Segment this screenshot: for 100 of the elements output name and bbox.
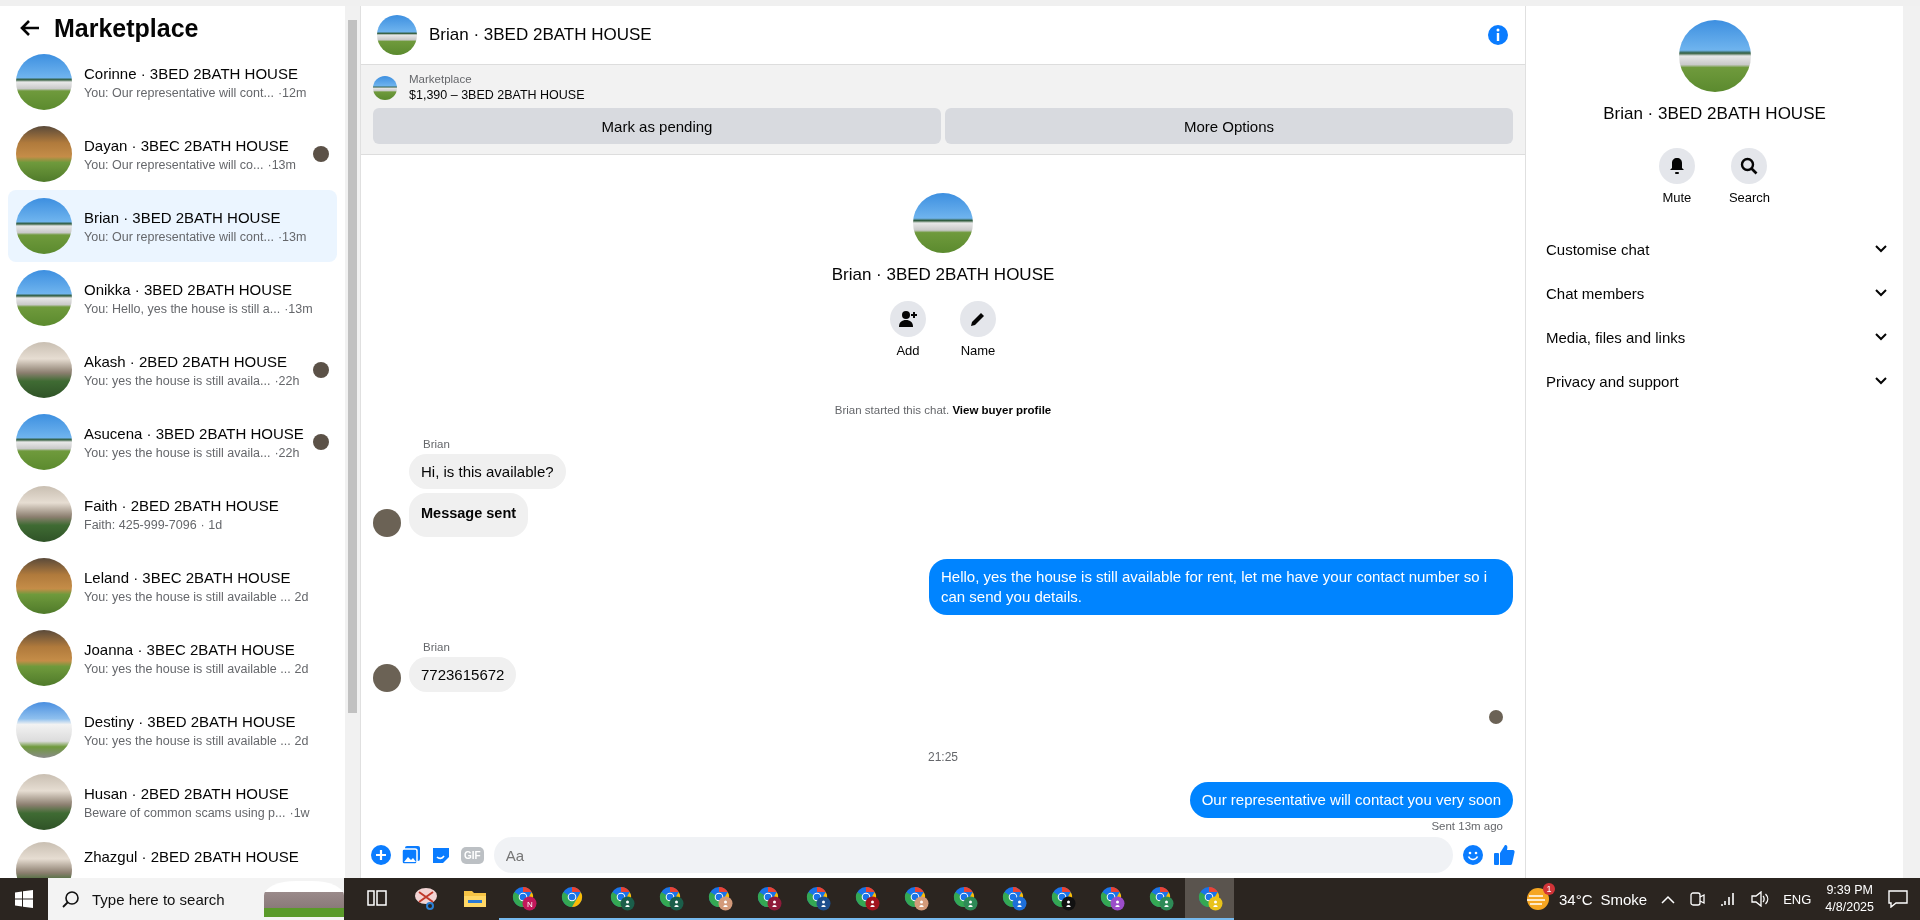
conversation-item[interactable]: Corinne · 3BED 2BATH HOUSE You: Our representative will cont... ·12m xyxy=(8,46,337,118)
section-header[interactable]: Privacy and support xyxy=(1542,359,1887,403)
section-header[interactable]: Chat members xyxy=(1542,271,1887,315)
house-photo xyxy=(16,558,72,614)
conversation-title: Zhazgul · 2BED 2BATH HOUSE xyxy=(84,848,300,865)
message-preview: You: yes the house is still available ... xyxy=(84,661,291,676)
house-photo xyxy=(16,702,72,758)
chevron-down-icon xyxy=(1875,289,1887,297)
clock-date: 4/8/2025 xyxy=(1825,899,1874,916)
conversation-item[interactable]: Husan · 2BED 2BATH HOUSE Beware of common scams using p... ·1w xyxy=(8,766,337,838)
conversation-item[interactable]: Joanna · 3BEC 2BATH HOUSE You: yes the house is still available ... 2d xyxy=(8,622,337,694)
notifications-icon[interactable] xyxy=(1888,890,1908,908)
conversation-item[interactable]: Faith · 2BED 2BATH HOUSE Faith: 425-999-7096 · 1d xyxy=(8,478,337,550)
action-label: Add xyxy=(896,343,920,359)
conversation-item[interactable]: Destiny · 3BED 2BATH HOUSE You: yes the house is still available ... 2d xyxy=(8,694,337,766)
language-indicator[interactable]: ENG xyxy=(1783,891,1812,907)
conversation-item[interactable]: Akash · 2BED 2BATH HOUSE You: yes the house is still availa... ·22h xyxy=(8,334,337,406)
message-preview: Beware of common scams using p... xyxy=(84,805,286,820)
message-preview: You: Hello, yes the house is still a... xyxy=(84,301,281,316)
scrollbar[interactable] xyxy=(345,6,361,878)
message-time: 2d xyxy=(294,661,309,676)
action-label: Mute xyxy=(1662,190,1692,205)
conversation-item[interactable]: Leland · 3BEC 2BATH HOUSE You: yes the house is still available ... 2d xyxy=(8,550,337,622)
message-time: ·13m xyxy=(267,157,296,172)
search-placeholder: Type here to search xyxy=(92,890,225,908)
message-preview: You: Our representative will cont... xyxy=(84,85,274,100)
conversation-item[interactable]: Dayan · 3BEC 2BATH HOUSE You: Our representative will co... ·13m xyxy=(8,118,337,190)
conversation-title: Destiny · 3BED 2BATH HOUSE xyxy=(84,712,297,730)
message-preview: You: yes the house is still available ... xyxy=(84,733,291,748)
chevron-up-icon[interactable] xyxy=(1661,894,1676,904)
conversation-item[interactable]: Onikka · 3BED 2BATH HOUSE You: Hello, yes the house is still a... ·13m xyxy=(8,262,337,334)
section-header[interactable]: Media, files and links xyxy=(1542,315,1887,359)
weather-condition: Smoke xyxy=(1600,890,1648,908)
listing-action-button[interactable]: Mark as pending xyxy=(373,108,941,145)
taskbar-app[interactable]: N xyxy=(499,878,548,920)
timestamp: 21:25 xyxy=(928,750,958,765)
conversation-title: Leland · 3BEC 2BATH HOUSE xyxy=(84,568,292,586)
conversation-item[interactable]: Asucena · 3BED 2BATH HOUSE You: yes the house is still availa... ·22h xyxy=(8,406,337,478)
listing-label: Marketplace xyxy=(409,73,473,86)
folder-icon xyxy=(462,888,487,908)
contact-name: Brian · 3BED 2BATH HOUSE xyxy=(1603,104,1826,124)
conversation-title: Brian · 3BED 2BATH HOUSE xyxy=(84,208,282,226)
contact-name: Brian · 3BED 2BATH HOUSE xyxy=(831,265,1055,286)
message-time: · 1d xyxy=(200,517,223,532)
house-photo xyxy=(16,54,72,110)
house-photo xyxy=(16,486,72,542)
message-bubble: 7723615672 xyxy=(409,657,517,693)
scissors-icon xyxy=(412,886,439,910)
search-icon xyxy=(62,890,80,908)
house-photo xyxy=(16,630,72,686)
name-button[interactable] xyxy=(960,301,996,338)
mute-button[interactable] xyxy=(1658,148,1695,184)
task-view-icon xyxy=(366,889,387,907)
message-time: ·22h xyxy=(274,373,300,388)
message-bubble: Hello, yes the house is still available for rent, let me have your contact number so i can send you details. xyxy=(929,559,1513,616)
message-time: ·12m xyxy=(277,85,307,100)
taskbar-search-field[interactable]: Type here to search xyxy=(48,878,344,920)
message-preview: You: Our representative will cont... xyxy=(84,229,274,244)
house-photo xyxy=(377,15,417,56)
add-button[interactable] xyxy=(890,301,926,338)
message-preview: You: yes the house is still availa... xyxy=(84,445,271,460)
search-icon xyxy=(1740,157,1759,175)
conversation-title: Dayan · 3BEC 2BATH HOUSE xyxy=(84,136,290,154)
windows-logo-icon[interactable] xyxy=(15,890,33,908)
message-preview: You: yes the house is still availa... xyxy=(84,373,271,388)
chevron-down-icon xyxy=(1875,377,1887,385)
house-photo xyxy=(16,774,72,830)
info-icon[interactable] xyxy=(1487,24,1509,47)
camera-icon[interactable] xyxy=(1689,891,1706,907)
sender-name: Brian xyxy=(423,438,451,451)
listing-action-button[interactable]: More Options xyxy=(945,108,1513,145)
thumbs-up-icon[interactable] xyxy=(1493,844,1515,867)
conversation-item[interactable]: Brian · 3BED 2BATH HOUSE You: Our representative will cont... ·13m xyxy=(8,190,337,262)
house-photo xyxy=(16,342,72,398)
action-label: Name xyxy=(960,343,996,359)
message-time: 2d xyxy=(294,589,309,604)
house-photo xyxy=(16,126,72,182)
message-bubble: Message sent xyxy=(409,493,529,538)
weather-icon xyxy=(1524,887,1551,911)
conversation-title: Akash · 2BED 2BATH HOUSE xyxy=(84,352,289,370)
search-button[interactable] xyxy=(1731,148,1768,184)
seen-avatar xyxy=(1489,710,1503,725)
message-preview: You: Our representative will co... xyxy=(84,157,264,172)
speaker-icon[interactable] xyxy=(1751,891,1770,907)
image-icon[interactable] xyxy=(401,845,421,866)
message-time: ·13m xyxy=(284,301,313,316)
clock-time: 9:39 PM xyxy=(1826,882,1873,899)
house-photo xyxy=(373,75,397,100)
page-title: Marketplace xyxy=(54,13,199,43)
section-header[interactable]: Customise chat xyxy=(1542,227,1887,271)
conversation-title: Husan · 2BED 2BATH HOUSE xyxy=(84,784,290,802)
emoji-icon[interactable] xyxy=(1463,845,1483,866)
plus-icon[interactable] xyxy=(371,845,391,866)
house-photo xyxy=(16,270,72,326)
sticker-icon[interactable] xyxy=(431,845,451,866)
back-arrow-icon[interactable] xyxy=(20,19,40,37)
house-photo xyxy=(16,414,72,470)
message-input[interactable]: Aa xyxy=(493,837,1453,874)
chat-title: Brian · 3BED 2BATH HOUSE xyxy=(429,25,653,46)
bell-icon xyxy=(1668,157,1685,175)
